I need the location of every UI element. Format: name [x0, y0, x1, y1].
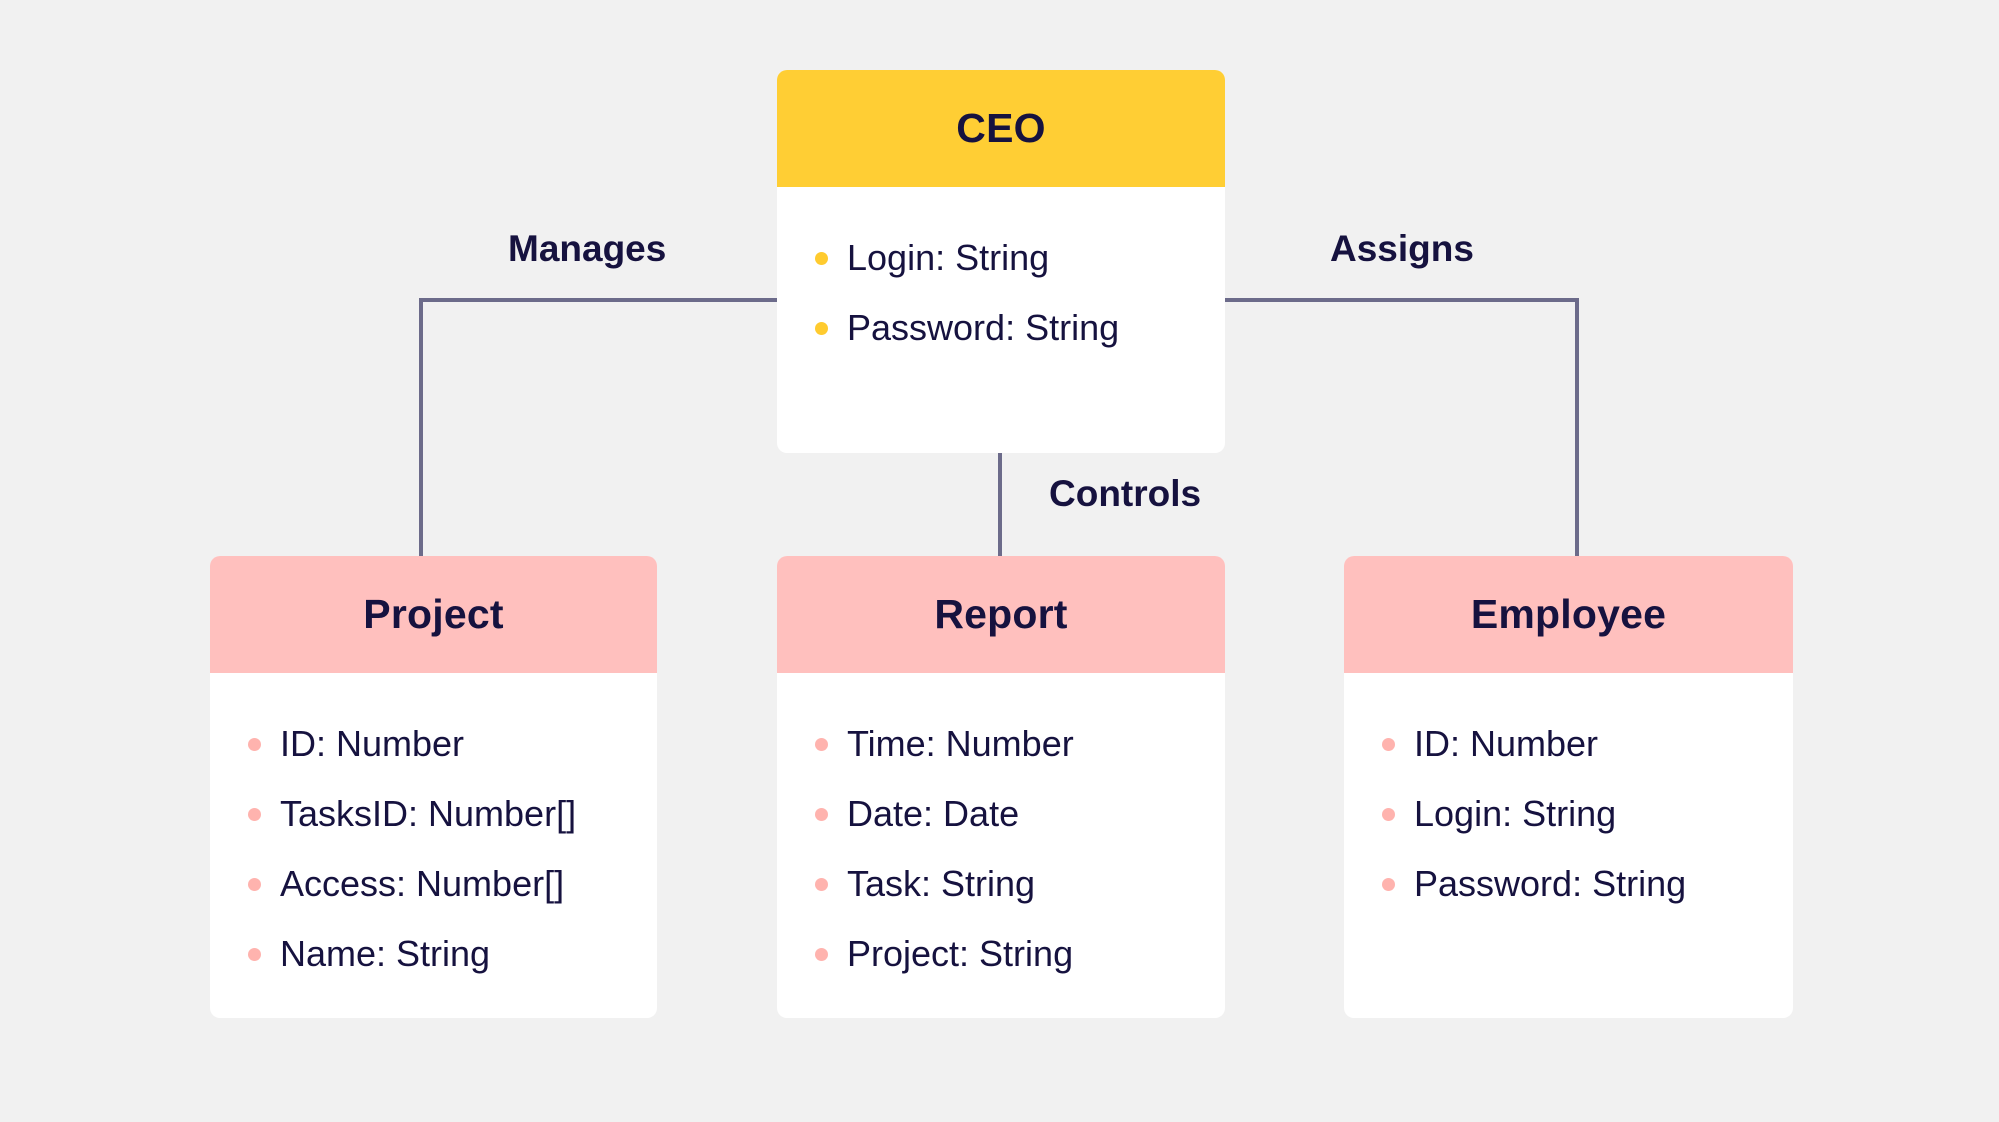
bullet-icon	[1382, 807, 1395, 821]
bullet-icon	[815, 947, 828, 961]
attribute-row: ID: Number	[1344, 709, 1793, 779]
attribute-label: Login: String	[847, 237, 1050, 278]
class-header-ceo: CEO	[777, 70, 1225, 187]
class-box-report[interactable]: Report Time: Number Date: Date Task: Str…	[777, 556, 1225, 1018]
attribute-row: Login: String	[777, 223, 1225, 293]
class-title-ceo: CEO	[956, 105, 1046, 151]
class-box-project[interactable]: Project ID: Number TasksID: Number[] Acc…	[210, 556, 657, 1018]
edge-label-assigns: Assigns	[1330, 228, 1474, 269]
bullet-icon	[815, 251, 828, 265]
bullet-icon	[815, 321, 828, 335]
edge-label-manages: Manages	[508, 228, 667, 269]
attribute-label: Project: String	[847, 933, 1074, 974]
attribute-list-ceo: Login: String Password: String	[777, 187, 1225, 363]
bullet-icon	[1382, 737, 1395, 751]
bullet-icon	[248, 877, 261, 891]
class-title-project: Project	[363, 591, 504, 637]
class-header-report: Report	[777, 556, 1225, 673]
attribute-label: Task: String	[847, 863, 1036, 904]
attribute-list-employee: ID: Number Login: String Password: Strin…	[1344, 673, 1793, 919]
attribute-row: Name: String	[210, 919, 657, 989]
class-title-report: Report	[934, 591, 1068, 637]
class-box-employee[interactable]: Employee ID: Number Login: String Passwo…	[1344, 556, 1793, 1018]
connector-assigns	[1223, 298, 1579, 558]
bullet-icon	[815, 737, 828, 751]
connector-manages	[419, 298, 779, 558]
attribute-label: Date: Date	[847, 793, 1020, 834]
attribute-label: ID: Number	[280, 723, 465, 764]
attribute-label: Name: String	[280, 933, 491, 974]
attribute-row: Task: String	[777, 849, 1225, 919]
attribute-row: ID: Number	[210, 709, 657, 779]
attribute-label: ID: Number	[1414, 723, 1599, 764]
attribute-row: Login: String	[1344, 779, 1793, 849]
attribute-row: Password: String	[1344, 849, 1793, 919]
attribute-row: Access: Number[]	[210, 849, 657, 919]
bullet-icon	[815, 807, 828, 821]
attribute-label: Access: Number[]	[280, 863, 565, 904]
bullet-icon	[815, 877, 828, 891]
class-header-project: Project	[210, 556, 657, 673]
bullet-icon	[248, 737, 261, 751]
edge-label-controls: Controls	[1049, 473, 1202, 514]
attribute-list-report: Time: Number Date: Date Task: String Pro…	[777, 673, 1225, 989]
attribute-label: TasksID: Number[]	[280, 793, 577, 834]
bullet-icon	[248, 807, 261, 821]
attribute-row: Password: String	[777, 293, 1225, 363]
attribute-row: TasksID: Number[]	[210, 779, 657, 849]
attribute-row: Date: Date	[777, 779, 1225, 849]
class-header-employee: Employee	[1344, 556, 1793, 673]
class-diagram-canvas: Manages Controls Assigns CEO Login: Stri…	[0, 0, 1999, 1122]
attribute-label: Password: String	[847, 307, 1120, 348]
class-box-ceo[interactable]: CEO Login: String Password: String	[777, 70, 1225, 453]
bullet-icon	[1382, 877, 1395, 891]
attribute-list-project: ID: Number TasksID: Number[] Access: Num…	[210, 673, 657, 989]
attribute-label: Login: String	[1414, 793, 1617, 834]
class-title-employee: Employee	[1470, 591, 1667, 637]
attribute-row: Project: String	[777, 919, 1225, 989]
attribute-row: Time: Number	[777, 709, 1225, 779]
attribute-label: Password: String	[1414, 863, 1687, 904]
bullet-icon	[248, 947, 261, 961]
attribute-label: Time: Number	[847, 723, 1074, 764]
